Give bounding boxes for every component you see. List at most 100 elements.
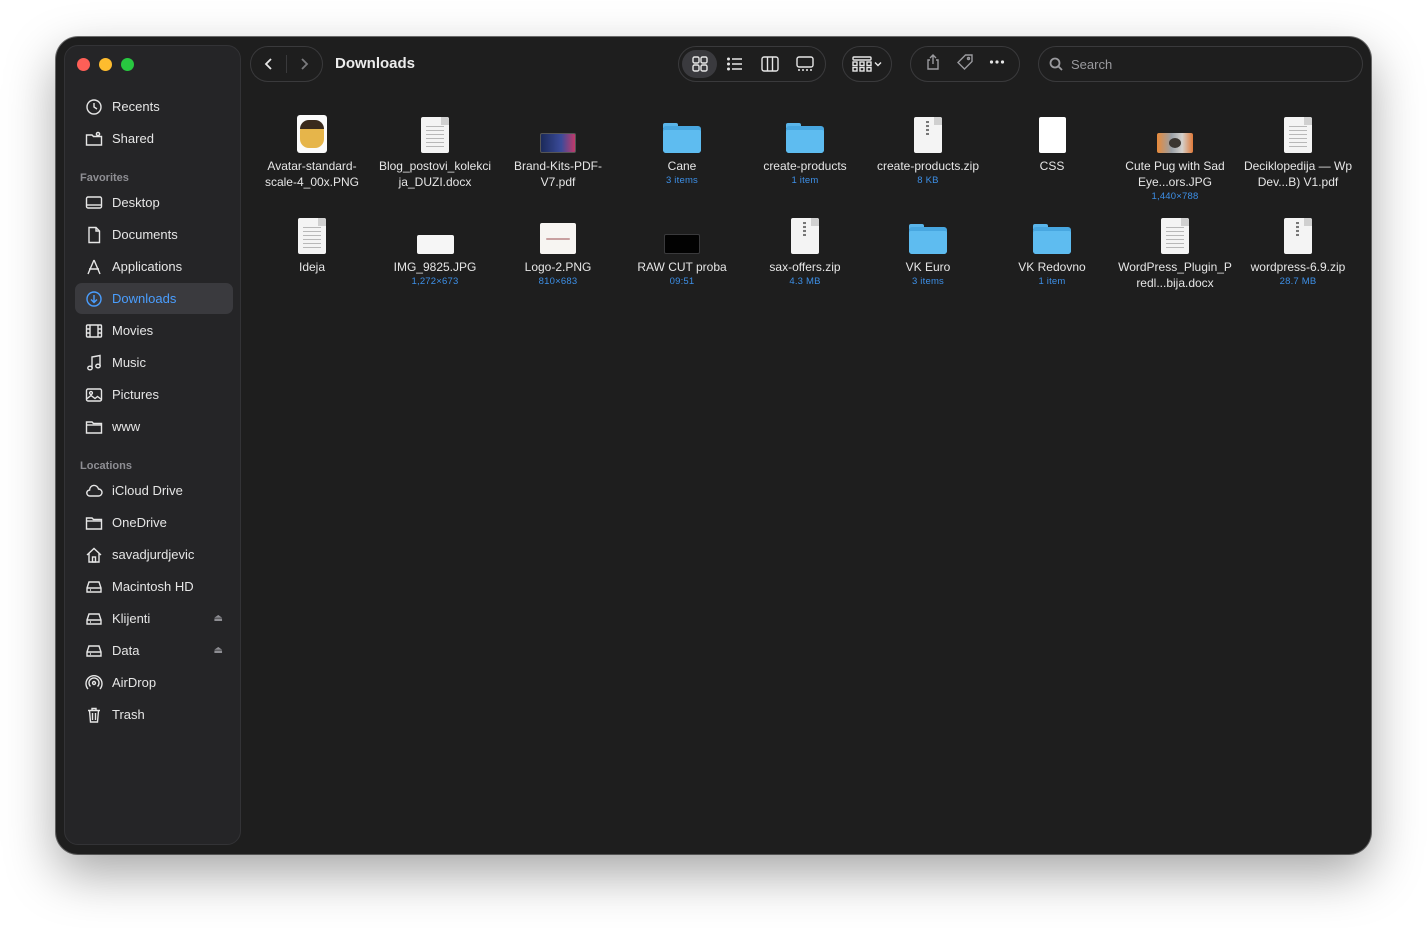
folder-item[interactable]: VK Euro 3 items bbox=[869, 212, 987, 289]
file-item[interactable]: Deciklopedija — Wp Dev...B) V1.pdf bbox=[1239, 111, 1357, 190]
file-info: 1 item bbox=[791, 175, 819, 186]
tag-button[interactable] bbox=[956, 53, 974, 76]
sidebar-item-label: Macintosh HD bbox=[112, 579, 194, 594]
sidebar-item-label: Trash bbox=[112, 707, 145, 722]
sidebar-item-label: Recents bbox=[112, 99, 160, 114]
document-thumbnail bbox=[1284, 117, 1312, 153]
file-info: 28.7 MB bbox=[1279, 276, 1317, 287]
zip-archive-icon bbox=[914, 117, 942, 153]
file-item[interactable]: Ideja bbox=[253, 212, 371, 275]
eject-icon[interactable]: ⏏ bbox=[214, 613, 223, 624]
sidebar-item-trash[interactable]: Trash bbox=[75, 699, 233, 730]
column-view-button[interactable] bbox=[752, 50, 787, 78]
file-info: 810×683 bbox=[538, 276, 578, 287]
sidebar-item-label: Pictures bbox=[112, 387, 159, 402]
file-name: Cane bbox=[667, 159, 697, 173]
image-thumbnail bbox=[1157, 133, 1193, 153]
sidebar-item-recents[interactable]: Recents bbox=[75, 91, 233, 122]
image-thumbnail bbox=[416, 235, 454, 254]
sidebar-item-label: Documents bbox=[112, 227, 178, 242]
file-info: 1,440×788 bbox=[1151, 191, 1199, 202]
file-item[interactable]: Avatar-standard-scale-4_00x.PNG bbox=[253, 111, 371, 190]
more-button[interactable] bbox=[988, 53, 1006, 76]
sidebar-item-desktop[interactable]: Desktop bbox=[75, 187, 233, 218]
eject-icon[interactable]: ⏏ bbox=[214, 645, 223, 656]
gallery-view-button[interactable] bbox=[787, 50, 822, 78]
photo-icon bbox=[84, 386, 104, 404]
sidebar-item-klijenti[interactable]: Klijenti ⏏ bbox=[75, 603, 233, 634]
share-button[interactable] bbox=[924, 53, 942, 76]
sidebar-item-data[interactable]: Data ⏏ bbox=[75, 635, 233, 666]
file-name: VK Redovno bbox=[1018, 260, 1086, 274]
file-name: wordpress-6.9.zip bbox=[1250, 260, 1346, 274]
file-info: 1,272×673 bbox=[411, 276, 459, 287]
file-item[interactable]: Cute Pug with Sad Eye...ors.JPG 1,440×788 bbox=[1116, 111, 1234, 204]
folder-icon bbox=[663, 123, 701, 153]
group-by-button[interactable] bbox=[842, 46, 892, 82]
file-item[interactable]: WordPress_Plugin_Predl...bija.docx bbox=[1116, 212, 1234, 291]
trash-icon bbox=[84, 706, 104, 724]
file-info: 3 items bbox=[665, 175, 699, 186]
group-icon bbox=[852, 56, 872, 72]
sidebar-item-applications[interactable]: Applications bbox=[75, 251, 233, 282]
desktop-icon bbox=[84, 194, 104, 212]
sidebar-item-savadjurdjevic[interactable]: savadjurdjevic bbox=[75, 539, 233, 570]
file-name: create-products.zip bbox=[876, 159, 980, 173]
folder-item[interactable]: Cane 3 items bbox=[623, 111, 741, 188]
file-name: VK Euro bbox=[905, 260, 951, 274]
file-name: sax-offers.zip bbox=[769, 260, 841, 274]
file-name: Logo-2.PNG bbox=[524, 260, 592, 274]
sidebar-item-airdrop[interactable]: AirDrop bbox=[75, 667, 233, 698]
file-item[interactable]: Blog_postovi_kolekcija_DUZI.docx bbox=[376, 111, 494, 190]
file-item[interactable]: RAW CUT proba 09:51 bbox=[623, 212, 741, 289]
sidebar-item-icloud-drive[interactable]: iCloud Drive bbox=[75, 475, 233, 506]
file-item[interactable]: Brand-Kits-PDF-V7.pdf bbox=[499, 111, 617, 190]
file-name: Avatar-standard-scale-4_00x.PNG bbox=[264, 159, 360, 189]
file-item[interactable]: wordpress-6.9.zip 28.7 MB bbox=[1239, 212, 1357, 289]
sidebar-item-macintosh-hd[interactable]: Macintosh HD bbox=[75, 571, 233, 602]
back-button[interactable] bbox=[251, 46, 286, 82]
sidebar-item-downloads[interactable]: Downloads bbox=[75, 283, 233, 314]
list-view-button[interactable] bbox=[717, 50, 752, 78]
icon-view-button[interactable] bbox=[682, 50, 717, 78]
folder-icon bbox=[786, 123, 824, 153]
finder-window: Recents Shared Favorites Desktop Documents Ap… bbox=[56, 37, 1371, 854]
folder-item[interactable]: VK Redovno 1 item bbox=[993, 212, 1111, 289]
zip-archive-icon bbox=[791, 218, 819, 254]
sidebar-item-documents[interactable]: Documents bbox=[75, 219, 233, 250]
sidebar-item-label: iCloud Drive bbox=[112, 483, 183, 498]
file-name: Cute Pug with Sad Eye...ors.JPG bbox=[1125, 159, 1225, 189]
disk-icon bbox=[84, 642, 104, 660]
download-icon bbox=[84, 290, 104, 308]
file-info: 1 item bbox=[1038, 276, 1066, 287]
home-icon bbox=[84, 546, 104, 564]
window-title: Downloads bbox=[335, 55, 416, 72]
chevron-down-icon bbox=[874, 62, 882, 67]
file-item[interactable]: IMG_9825.JPG 1,272×673 bbox=[376, 212, 494, 289]
search-icon bbox=[1049, 57, 1063, 71]
close-button[interactable] bbox=[77, 58, 90, 71]
sidebar-item-label: www bbox=[112, 419, 141, 434]
search-input[interactable] bbox=[1071, 56, 1331, 72]
folder-item[interactable]: create-products 1 item bbox=[746, 111, 864, 188]
file-item[interactable]: sax-offers.zip 4.3 MB bbox=[746, 212, 864, 289]
file-item[interactable]: Logo-2.PNG 810×683 bbox=[499, 212, 617, 289]
file-name: IMG_9825.JPG bbox=[393, 260, 477, 274]
minimize-button[interactable] bbox=[99, 58, 112, 71]
sidebar-item-www[interactable]: www bbox=[75, 411, 233, 442]
folder-icon bbox=[84, 418, 104, 436]
file-info: 4.3 MB bbox=[789, 276, 821, 287]
file-info: 8 KB bbox=[917, 175, 939, 186]
sidebar-item-onedrive[interactable]: OneDrive bbox=[75, 507, 233, 538]
sidebar-item-label: Data bbox=[112, 643, 140, 658]
columns-icon bbox=[760, 56, 779, 72]
zoom-button[interactable] bbox=[121, 58, 134, 71]
sidebar-item-music[interactable]: Music bbox=[75, 347, 233, 378]
sidebar-item-shared[interactable]: Shared bbox=[75, 123, 233, 154]
file-item[interactable]: CSS bbox=[993, 111, 1111, 174]
sidebar-item-pictures[interactable]: Pictures bbox=[75, 379, 233, 410]
forward-button[interactable] bbox=[287, 46, 322, 82]
file-item[interactable]: create-products.zip 8 KB bbox=[869, 111, 987, 188]
search-field[interactable] bbox=[1038, 46, 1363, 82]
sidebar-item-movies[interactable]: Movies bbox=[75, 315, 233, 346]
